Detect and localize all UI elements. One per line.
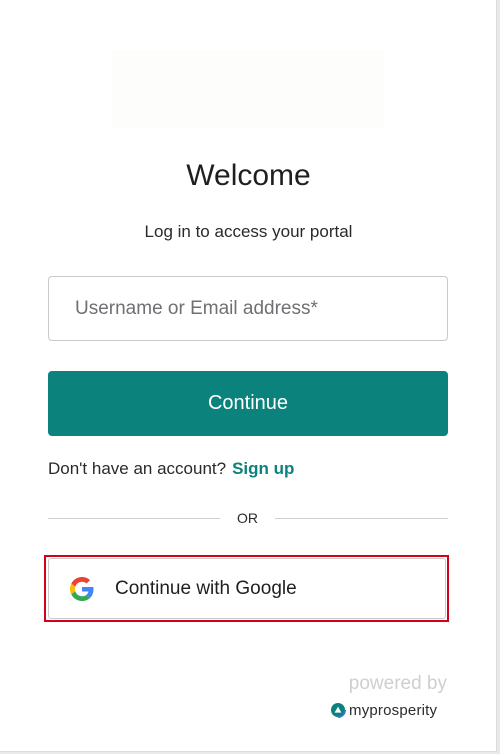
- brand-logo-area: [112, 50, 384, 128]
- page-subtitle: Log in to access your portal: [144, 222, 353, 241]
- brand-name: myprosperity: [349, 701, 438, 719]
- signup-link[interactable]: Sign up: [232, 459, 294, 478]
- page-title: Welcome: [186, 159, 311, 192]
- myprosperity-logo-icon: [330, 702, 346, 718]
- divider-line-right: [275, 518, 448, 519]
- or-divider-label: OR: [237, 510, 258, 526]
- brand-footer: myprosperity: [330, 700, 437, 720]
- continue-button[interactable]: Continue: [48, 371, 448, 436]
- highlight-box: [44, 555, 449, 622]
- divider-line-left: [48, 518, 220, 519]
- login-card: Welcome Log in to access your portal Con…: [0, 0, 497, 752]
- signup-row: Don't have an account? Sign up: [48, 458, 294, 480]
- powered-by-text: powered by: [348, 673, 447, 694]
- username-email-input[interactable]: [48, 276, 448, 341]
- signup-prompt: Don't have an account?: [48, 459, 227, 478]
